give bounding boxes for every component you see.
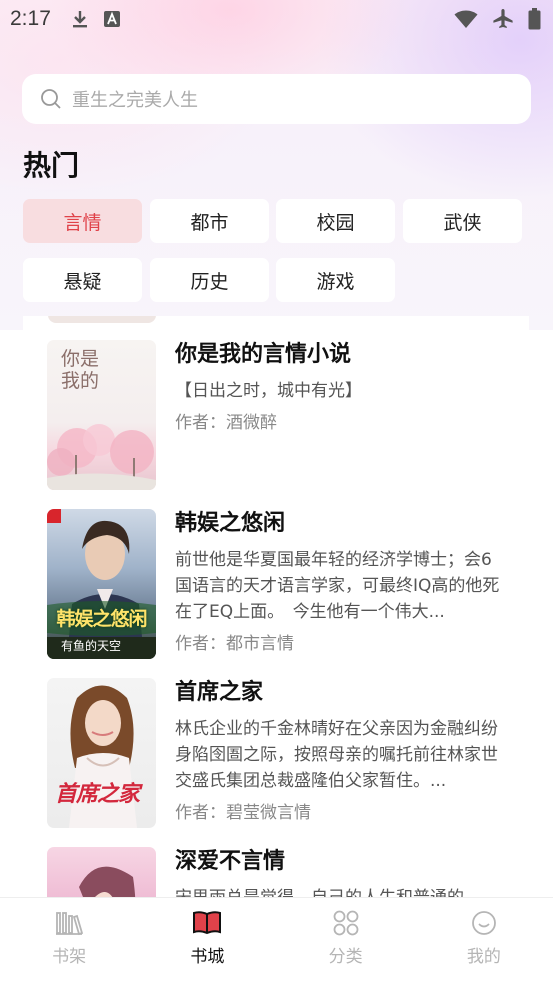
book-item[interactable]: 韩娱之悠闲 有鱼的天空 韩娱之悠闲 前世他是华夏国最年轻的经济学博士；会6国语言… <box>47 509 529 661</box>
bookshelf-icon <box>55 910 84 936</box>
book-author: 作者：都市言情 <box>175 634 294 654</box>
book-author: 作者：酒微醉 <box>175 413 277 433</box>
nav-category[interactable]: 分类 <box>277 898 415 984</box>
book-cover-title: 你是我的 <box>61 348 100 392</box>
category-chip-history[interactable]: 历史 <box>150 258 269 302</box>
book-title: 韩娱之悠闲 <box>175 511 286 536</box>
book-description: 林氏企业的千金林晴好在父亲因为金融纠纷身陷囹圄之际，按照母亲的嘱托前往林家世交盛… <box>175 719 498 791</box>
nav-label: 我的 <box>466 947 501 967</box>
category-chip-romance[interactable]: 言情 <box>23 199 142 243</box>
book-cover-title: 韩娱之悠闲 <box>56 608 147 630</box>
book-list: 你是我的 你是我的言情小说 【日出之时，城中有光】 作者：酒微醉 韩娱之悠闲 有… <box>23 316 529 900</box>
smiley-profile-icon <box>471 910 497 936</box>
category-chip-game[interactable]: 游戏 <box>276 258 395 302</box>
book-cover-author: 有鱼的天空 <box>61 639 122 653</box>
wifi-icon <box>454 9 478 29</box>
book-item[interactable]: 你是我的 你是我的言情小说 【日出之时，城中有光】 作者：酒微醉 <box>47 340 529 492</box>
book-cover-title: 首席之家 <box>55 781 140 807</box>
nav-label: 书城 <box>190 947 225 967</box>
book-author: 作者：碧莹微言情 <box>175 803 311 823</box>
open-book-icon <box>192 910 222 936</box>
book-description: 前世他是华夏国最年轻的经济学博士；会6国语言的天才语言学家，可最终IQ高的他死在… <box>175 550 500 622</box>
book-cover <box>47 847 156 900</box>
nav-label: 书架 <box>52 947 87 967</box>
section-title: 热门 <box>23 149 80 182</box>
book-title: 首席之家 <box>175 680 264 705</box>
bottom-nav: 书架 书城 分类 我的 <box>0 897 553 984</box>
search-icon <box>40 88 62 110</box>
book-cover-partial <box>48 316 156 323</box>
nav-bookshelf[interactable]: 书架 <box>0 898 138 984</box>
category-chip-urban[interactable]: 都市 <box>150 199 269 243</box>
nav-label: 分类 <box>328 947 363 967</box>
search-placeholder: 重生之完美人生 <box>72 90 198 111</box>
nav-bookstore[interactable]: 书城 <box>138 898 276 984</box>
book-item[interactable]: 首席之家 首席之家 林氏企业的千金林晴好在父亲因为金融纠纷身陷囹圄之际，按照母亲… <box>47 678 529 830</box>
book-cover: 韩娱之悠闲 有鱼的天空 <box>47 509 156 659</box>
category-grid-icon <box>333 910 359 936</box>
category-chip-wuxia[interactable]: 武侠 <box>403 199 522 243</box>
book-title: 你是我的言情小说 <box>175 342 352 367</box>
book-description: 【日出之时，城中有光】 <box>175 381 362 401</box>
font-app-icon <box>103 10 121 28</box>
book-cover: 你是我的 <box>47 340 156 490</box>
nav-profile[interactable]: 我的 <box>415 898 553 984</box>
book-cover: 首席之家 <box>47 678 156 828</box>
book-title: 深爱不言情 <box>175 849 286 874</box>
download-icon <box>71 9 89 29</box>
category-chip-campus[interactable]: 校园 <box>276 199 395 243</box>
status-time: 2:17 <box>10 7 51 30</box>
category-chip-mystery[interactable]: 悬疑 <box>23 258 142 302</box>
battery-icon <box>528 8 541 30</box>
status-bar: 2:17 <box>0 0 553 38</box>
book-item[interactable]: 深爱不言情 宋思雨总是觉得，自己的人生和普通的 <box>47 847 529 900</box>
search-input[interactable]: 重生之完美人生 <box>22 74 531 124</box>
airplane-icon <box>492 8 514 30</box>
